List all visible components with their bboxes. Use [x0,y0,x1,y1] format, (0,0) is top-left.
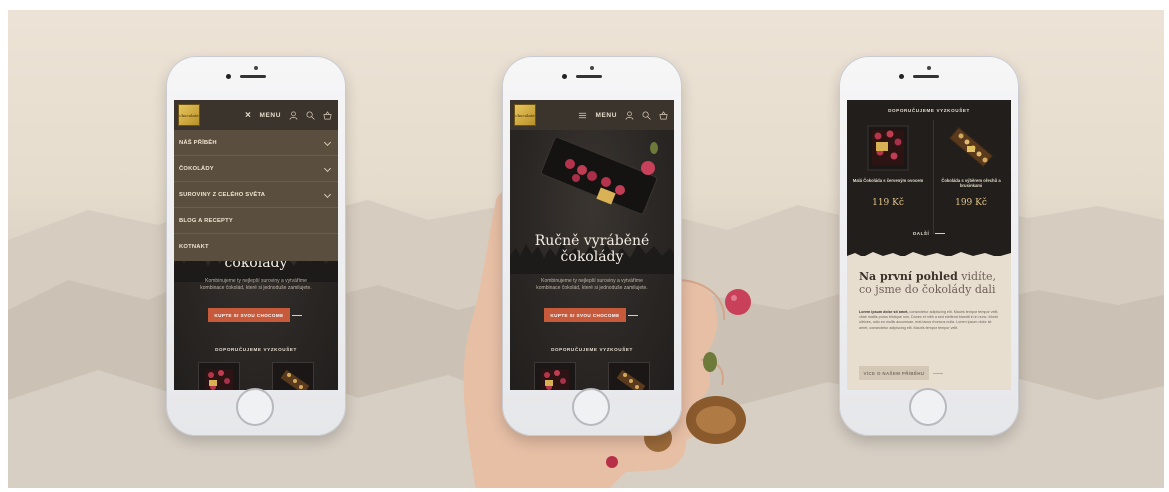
product-name: Čokoláda s výběrem ořechů a brusinkami [941,178,1001,188]
sensor-dot [927,66,931,70]
raspberry-chocolate-image [205,369,233,390]
search-icon[interactable] [306,111,315,120]
hamburger-icon[interactable] [578,111,587,120]
buy-cta-button[interactable]: KUPTE SI SVOU CHOCOME [208,308,290,322]
home-button[interactable] [236,388,274,426]
brand-logo[interactable]: chocolate [514,104,536,126]
product-thumb[interactable] [198,362,240,390]
earpiece-speaker [576,75,602,78]
menu-item-label: NÁŠ PŘÍBĚH [179,139,217,146]
hero-text: Kombinujeme ty nejlepší suroviny a vytvá… [536,278,648,291]
about-title: Na první pohled vidíte, co jsme do čokol… [859,270,999,296]
hero-title-line2: čokolády [560,249,624,265]
product-name: Malá Čokoláda s červeným ovocem [852,178,924,183]
sensor-dot [590,66,594,70]
more-label: DALŠÍ [912,231,930,236]
screen-left: čokolády Kombinujeme ty nejlepší surovin… [174,100,338,390]
hero-text: Kombinujeme ty nejlepší suroviny a vytvá… [200,278,312,291]
product-thumb[interactable] [534,362,576,390]
site-header: chocolate MENU [510,100,674,130]
home-button[interactable] [572,388,610,426]
menu-label[interactable]: MENU [595,112,617,119]
recommended-title: DOPORUČUJEME VYZKOUŠET [551,347,633,352]
front-camera [899,74,904,79]
about-title-bold: Na první pohled [859,270,958,283]
product-card[interactable]: Čokoláda s výběrem ořechů a brusinkami 1… [933,120,1008,234]
menu-item-chocolates[interactable]: ČOKOLÁDY [174,156,338,182]
screen-right: DOPORUČUJEME VYZKOUŠET Malá Čokoláda s č… [847,100,1011,390]
menu-item-blog[interactable]: BLOG A RECEPTY [174,208,338,234]
screen-center: Ručně vyráběné čokolády Kombinujeme ty n… [510,100,674,390]
sensor-dot [254,66,258,70]
product-card[interactable]: Malá Čokoláda s červeným ovocem 119 Kč [851,120,925,234]
chevron-down-icon [323,164,332,173]
phone-left: čokolády Kombinujeme ty nejlepší surovin… [166,56,346,436]
marketing-mockup-scene: čokolády Kombinujeme ty nejlepší surovin… [8,10,1164,488]
about-text-bold: Lorem ipsum dolor sit amet, [859,310,909,314]
menu-item-our-story[interactable]: NÁŠ PŘÍBĚH [174,130,338,156]
hero-chocolate-image [540,138,658,215]
basket-icon[interactable] [323,110,332,120]
raspberry-chocolate-image [541,369,569,390]
menu-item-label: BLOG A RECEPTY [179,217,233,224]
chevron-down-icon [323,138,332,147]
menu-item-label: KOTNAKT [179,244,209,250]
nut-chocolate-image [948,126,994,168]
home-button[interactable] [909,388,947,426]
raspberry-chocolate-image [867,125,909,171]
hero-section: Ručně vyráběné čokolády Kombinujeme ty n… [510,130,674,390]
more-products-link[interactable]: DALŠÍ [847,231,1011,236]
menu-item-label: SUROVINY Z CELÉHO SVĚTA [179,191,266,198]
phone-right: DOPORUČUJEME VYZKOUŠET Malá Čokoláda s č… [839,56,1019,436]
buy-cta-button[interactable]: KUPTE SI SVOU CHOCOME [544,308,626,322]
recommended-title: DOPORUČUJEME VYZKOUŠET [888,108,970,113]
menu-item-ingredients[interactable]: SUROVINY Z CELÉHO SVĚTA [174,182,338,208]
brand-logo[interactable]: chocolate [178,104,200,126]
nut-chocolate-image [280,369,310,390]
hero-title-line1: Ručně vyráběné [534,233,650,249]
search-icon[interactable] [642,111,651,120]
recommended-section: DOPORUČUJEME VYZKOUŠET Malá Čokoláda s č… [847,100,1011,256]
product-thumb[interactable] [272,362,314,390]
about-title-line2: co jsme do čokolády dali [859,283,996,296]
front-camera [562,74,567,79]
user-icon[interactable] [625,111,634,120]
chevron-down-icon [323,190,332,199]
nut-chocolate-image [616,369,646,390]
cta-arrow-icon [628,315,638,316]
menu-label[interactable]: MENU [259,112,281,119]
our-story-button[interactable]: VÍCE O NAŠEM PŘÍBĚHU [859,366,929,380]
product-price: 119 Kč [872,198,904,208]
about-title-rest: vidíte, [961,270,997,283]
menu-item-contact[interactable]: KOTNAKT [174,234,338,260]
cta-arrow-icon [292,315,302,316]
earpiece-speaker [240,75,266,78]
about-text: Lorem ipsum dolor sit amet, consectetur … [859,310,999,331]
arrow-right-icon [935,233,946,235]
product-thumb[interactable] [608,362,650,390]
close-icon[interactable]: × [245,110,251,120]
phone-center: Ručně vyráběné čokolády Kombinujeme ty n… [502,56,682,436]
cta-arrow-icon [933,373,943,374]
about-section: Na první pohled vidíte, co jsme do čokol… [847,256,1011,390]
basket-icon[interactable] [659,110,668,120]
recommended-title: DOPORUČUJEME VYZKOUŠET [215,347,297,352]
earpiece-speaker [913,75,939,78]
site-header: chocolate × MENU [174,100,338,130]
menu-item-label: ČOKOLÁDY [179,165,214,172]
user-icon[interactable] [289,111,298,120]
product-price: 199 Kč [955,198,987,208]
front-camera [226,74,231,79]
nav-dropdown-menu: NÁŠ PŘÍBĚH ČOKOLÁDY SUROVINY Z CELÉHO SV… [174,130,338,261]
